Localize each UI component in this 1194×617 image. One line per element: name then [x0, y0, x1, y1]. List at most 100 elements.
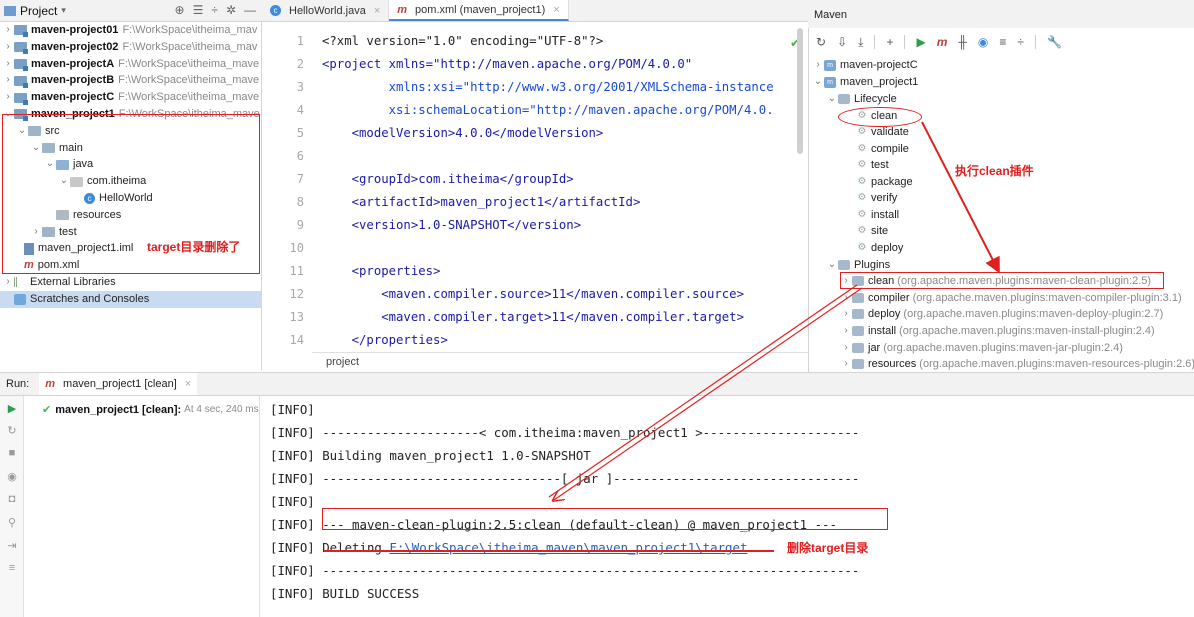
code-line: <project xmlns="http://maven.apache.org/…: [322, 57, 693, 71]
tree-item-maven-projectA[interactable]: › maven-projectA F:\WorkSpace\itheima_mav…: [0, 56, 262, 73]
chevron-down-icon[interactable]: ⌄: [826, 91, 838, 107]
plugin-icon: [852, 343, 864, 353]
tree-item-scratches[interactable]: Scratches and Consoles: [0, 290, 262, 308]
generate-sources-icon[interactable]: ⇩: [837, 35, 847, 49]
tree-item-maven-projectC[interactable]: › maven-projectC F:\WorkSpace\itheima_mav…: [0, 89, 262, 106]
line-number: 14: [289, 333, 304, 347]
lifecycle-package[interactable]: ⚙ package: [856, 174, 913, 190]
chevron-right-icon[interactable]: ›: [2, 22, 14, 39]
wrench-icon[interactable]: 🔧: [1047, 35, 1062, 49]
rerun-icon[interactable]: ↻: [6, 424, 18, 437]
close-icon[interactable]: ×: [374, 5, 380, 17]
module-folder-icon: [14, 75, 28, 88]
gear-icon: ⚙: [857, 143, 867, 154]
project-header: Project ▾ ⊕ ☰ ÷ ✲ —: [0, 0, 262, 22]
target-path-link[interactable]: F:\WorkSpace\itheima_maven\maven_project…: [389, 540, 747, 555]
plugin-install[interactable]: › install (org.apache.maven.plugins:maven-…: [840, 323, 1154, 339]
tab-pom[interactable]: m pom.xml (maven_project1) ×: [389, 0, 569, 21]
expand-all-icon[interactable]: ☰: [193, 3, 204, 17]
code-line: xsi:schemaLocation="http://maven.apache.…: [322, 103, 774, 117]
lifecycle-site[interactable]: ⚙ site: [856, 223, 889, 239]
console-output[interactable]: [INFO] [INFO] ---------------------< com…: [262, 396, 1194, 617]
run-tab[interactable]: m maven_project1 [clean] ×: [39, 373, 198, 395]
annotation-exec-clean: 执行clean插件: [955, 164, 1034, 178]
editor-scrollbar[interactable]: [797, 28, 803, 154]
layout-icon[interactable]: ≡: [6, 562, 18, 574]
run-tree: ✔ maven_project1 [clean]: At 4 sec, 240 …: [24, 396, 260, 617]
pin-icon[interactable]: ⚲: [6, 516, 18, 529]
chevron-right-icon[interactable]: ›: [840, 323, 852, 339]
eye-icon[interactable]: ◉: [6, 470, 18, 483]
project-view-selector[interactable]: Project ▾: [4, 4, 66, 18]
chevron-right-icon[interactable]: ›: [2, 56, 14, 73]
library-icon: [14, 277, 26, 288]
code-editor[interactable]: <?xml version="1.0" encoding="UTF-8"?> <…: [312, 22, 808, 352]
plugin-jar[interactable]: › jar (org.apache.maven.plugins:maven-jar-…: [840, 340, 1123, 356]
run-tree-item[interactable]: ✔ maven_project1 [clean]: At 4 sec, 240 …: [42, 402, 259, 418]
lifecycle-test[interactable]: ⚙ test: [856, 157, 889, 173]
run-icon[interactable]: ▶: [916, 35, 925, 49]
locate-icon[interactable]: ⊕: [175, 3, 185, 17]
annotation-plugin-box: [840, 272, 1164, 289]
exit-icon[interactable]: ⇥: [6, 539, 18, 552]
add-icon[interactable]: +: [886, 35, 893, 49]
maven-toolbar: ↻ ⇩ ⤓ + ▶ m ╫ ◉ ≡ ÷ 🔧: [808, 30, 1194, 54]
plugin-resources[interactable]: › resources (org.apache.maven.plugins:mave…: [840, 356, 1194, 372]
console-line-deleting: [INFO] Deleting F:\WorkSpace\itheima_mav…: [270, 540, 748, 555]
tree-item-maven-project01[interactable]: › maven-project01 F:\WorkSpace\itheima_ma…: [0, 22, 262, 39]
lifecycle-compile[interactable]: ⚙ compile: [856, 141, 909, 157]
chevron-right-icon[interactable]: ›: [840, 290, 852, 306]
tab-helloworld[interactable]: c HelloWorld.java ×: [262, 0, 390, 21]
expand-all-icon[interactable]: ≡: [999, 35, 1006, 49]
execute-goal-icon[interactable]: m: [937, 35, 948, 49]
chevron-right-icon[interactable]: ›: [840, 356, 852, 372]
line-number: 10: [289, 241, 304, 255]
line-number: 3: [296, 80, 304, 94]
chevron-right-icon[interactable]: ›: [840, 306, 852, 322]
maven-item-projectC[interactable]: › m maven-projectC: [812, 57, 917, 73]
collapse-all-icon[interactable]: ÷: [1017, 35, 1024, 49]
tree-item-maven-project02[interactable]: › maven-project02 F:\WorkSpace\itheima_ma…: [0, 39, 262, 56]
chevron-right-icon[interactable]: ›: [2, 274, 14, 291]
lifecycle-verify[interactable]: ⚙ verify: [856, 190, 898, 206]
stop-icon[interactable]: ■: [6, 447, 18, 459]
console-line: [INFO] ---------------------< com.itheim…: [270, 425, 860, 440]
success-check-icon: ✔: [42, 404, 52, 416]
chevron-down-icon[interactable]: ⌄: [812, 74, 824, 90]
run-icon[interactable]: ▶: [6, 402, 18, 415]
scratches-icon: [14, 293, 26, 305]
settings-icon[interactable]: ✲: [226, 3, 236, 17]
tree-item-external-libraries[interactable]: › External Libraries: [0, 274, 262, 291]
chevron-down-icon[interactable]: ⌄: [826, 257, 838, 273]
maven-item-plugins[interactable]: ⌄ Plugins: [826, 257, 890, 273]
chevron-right-icon[interactable]: ›: [2, 89, 14, 106]
hide-icon[interactable]: —: [244, 3, 256, 17]
chevron-right-icon[interactable]: ›: [2, 39, 14, 56]
maven-item-lifecycle[interactable]: ⌄ Lifecycle: [826, 91, 897, 107]
toggle-offline-icon[interactable]: ╫: [958, 35, 967, 49]
maven-item-project1[interactable]: ⌄ m maven_project1: [812, 74, 918, 90]
lifecycle-deploy[interactable]: ⚙ deploy: [856, 240, 904, 256]
download-icon[interactable]: ⤓: [858, 35, 863, 50]
plugin-compiler[interactable]: › compiler (org.apache.maven.plugins:maven…: [840, 290, 1181, 306]
code-line: xmlns:xsi="http://www.w3.org/2001/XMLSch…: [322, 80, 774, 94]
chevron-right-icon[interactable]: ›: [2, 72, 14, 89]
code-line: <?xml version="1.0" encoding="UTF-8"?>: [322, 34, 604, 48]
editor-breadcrumb[interactable]: project: [312, 352, 808, 372]
code-line: <modelVersion>4.0.0</modelVersion>: [322, 126, 604, 140]
chevron-right-icon[interactable]: ›: [840, 340, 852, 356]
lifecycle-install[interactable]: ⚙ install: [856, 207, 900, 223]
tree-item-maven-projectB[interactable]: › maven-projectB F:\WorkSpace\itheima_mav…: [0, 72, 262, 89]
gear-icon: ⚙: [857, 192, 867, 203]
collapse-all-icon[interactable]: ÷: [211, 3, 218, 17]
plugin-deploy[interactable]: › deploy (org.apache.maven.plugins:maven-d…: [840, 306, 1163, 322]
line-number: 4: [296, 103, 304, 117]
camera-icon[interactable]: ◘: [6, 493, 18, 505]
code-line: <version>1.0-SNAPSHOT</version>: [322, 218, 582, 232]
skip-tests-icon[interactable]: ◉: [978, 35, 988, 49]
close-icon[interactable]: ×: [185, 378, 191, 390]
reload-icon[interactable]: ↻: [816, 35, 826, 49]
code-line: <artifactId>maven_project1</artifactId>: [322, 195, 641, 209]
chevron-right-icon[interactable]: ›: [812, 57, 824, 73]
close-icon[interactable]: ×: [553, 4, 559, 16]
